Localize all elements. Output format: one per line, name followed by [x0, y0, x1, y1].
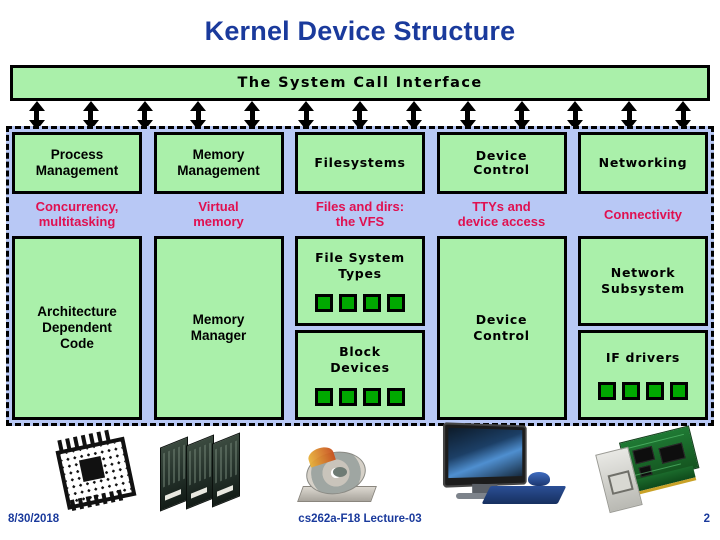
footer-course: cs262a-F18 Lecture-03 [298, 513, 422, 525]
slide-footer: 8/30/2018 cs262a-F18 Lecture-03 2 [0, 510, 720, 532]
cpu-chip-image [42, 426, 143, 513]
column-header-box[interactable]: Networking [578, 132, 708, 194]
column-body-label: Device Control [473, 311, 530, 343]
column-body-box[interactable]: Block Devices [295, 330, 425, 420]
column-header-label: Filesystems [314, 154, 406, 170]
column-header-box[interactable]: Device Control [436, 132, 567, 194]
network-card-image [593, 421, 707, 515]
driver-chip[interactable] [339, 387, 357, 406]
column-header-box[interactable]: Filesystems [295, 132, 425, 194]
driver-chip[interactable] [387, 387, 405, 406]
column-header-label: Process Management [35, 147, 119, 178]
column-header-label: Networking [598, 154, 688, 170]
footer-page-number: 2 [703, 513, 710, 525]
system-call-interface-banner: The System Call Interface [10, 65, 710, 101]
driver-chip[interactable] [670, 382, 688, 401]
column-caption: Virtual memory [193, 199, 244, 229]
driver-chip[interactable] [339, 293, 357, 312]
column-body-label: Architecture Dependent Code [37, 304, 117, 351]
column-header-box[interactable]: Process Management [12, 132, 142, 194]
driver-chip-row [315, 387, 405, 406]
column-body-box[interactable]: Network Subsystem [578, 236, 708, 326]
page-title: Kernel Device Structure [204, 16, 516, 46]
column-header-label: Device Control [473, 147, 530, 177]
column-caption: Concurrency, multitasking [35, 199, 119, 229]
disk-storage-image [297, 444, 380, 504]
column-body-label: Block Devices [330, 344, 390, 376]
column-caption: Connectivity [603, 206, 682, 222]
column-body-box[interactable]: Architecture Dependent Code [12, 236, 142, 420]
memory-modules-image [160, 432, 270, 512]
kernel-column: Filesystems Files and dirs: the VFS File Sy… [295, 132, 425, 420]
column-body-area: Memory Manager [153, 236, 284, 420]
column-body-area: Device Control [436, 236, 567, 420]
column-header-label: Memory Management [177, 147, 260, 178]
hardware-image-row [0, 422, 720, 514]
driver-chip[interactable] [387, 293, 405, 312]
kernel-column: Process Management Concurrency, multitaskin… [12, 132, 142, 420]
column-caption: Files and dirs: the VFS [315, 199, 405, 229]
kernel-column: Device Control TTYs and device access Device… [436, 132, 567, 420]
column-body-box[interactable]: Device Control [436, 236, 567, 420]
driver-chip[interactable] [646, 382, 664, 401]
column-body-box[interactable]: Memory Manager [153, 236, 284, 420]
column-body-box[interactable]: File System Types [295, 236, 425, 326]
column-body-area: Network Subsystem IF drivers [578, 236, 708, 420]
column-body-area: File System Types Block Devices [295, 236, 425, 420]
column-body-label: File System Types [315, 250, 405, 282]
driver-chip[interactable] [315, 387, 333, 406]
kernel-subsystem-columns: Process Management Concurrency, multitaskin… [12, 132, 708, 420]
driver-chip[interactable] [622, 382, 640, 401]
column-body-box[interactable]: IF drivers [578, 330, 708, 420]
column-body-label: Memory Manager [190, 312, 247, 343]
kernel-column: Memory Management Virtual memory Memory Manag… [153, 132, 284, 420]
driver-chip[interactable] [363, 293, 381, 312]
driver-chip[interactable] [363, 387, 381, 406]
driver-chip[interactable] [315, 293, 333, 312]
column-header-box[interactable]: Memory Management [153, 132, 284, 194]
driver-chip-row [315, 293, 405, 312]
column-body-area: Architecture Dependent Code [12, 236, 142, 420]
monitor-image [430, 422, 570, 504]
column-body-label: Network Subsystem [601, 264, 685, 296]
kernel-column: Networking Connectivity Network Subsystem IF… [578, 132, 708, 420]
driver-chip[interactable] [598, 382, 616, 401]
column-caption: TTYs and device access [457, 199, 546, 229]
column-body-label: IF drivers [605, 349, 681, 365]
system-call-interface-label: The System Call Interface [237, 75, 483, 91]
driver-chip-row [598, 382, 688, 401]
